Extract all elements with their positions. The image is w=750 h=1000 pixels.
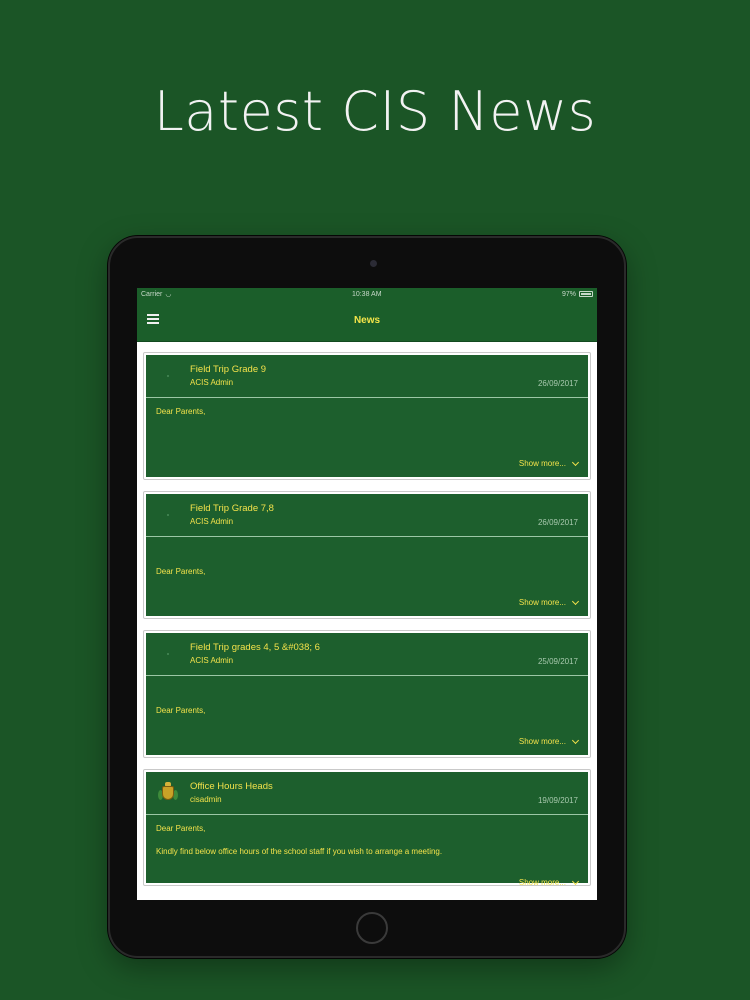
news-date: 19/09/2017 — [537, 796, 578, 805]
app-screen: Carrier ◡ 10:38 AM 97% News Field Trip G… — [137, 288, 597, 900]
carrier-label: Carrier — [141, 290, 163, 298]
home-button[interactable] — [356, 912, 388, 944]
news-greeting: Dear Parents, — [156, 407, 206, 416]
news-title: Office Hours Heads — [190, 781, 273, 792]
news-author: ACIS Admin — [190, 378, 234, 387]
chevron-down-icon — [571, 736, 580, 744]
news-title: Field Trip grades 4, 5 &#038; 6 — [190, 642, 320, 653]
hamburger-menu-icon[interactable] — [147, 314, 159, 324]
news-list: Field Trip Grade 9 ACIS Admin 26/09/2017… — [137, 342, 597, 887]
avatar — [156, 781, 180, 805]
news-greeting: Dear Parents, — [156, 567, 206, 576]
camera-dot — [370, 260, 377, 267]
news-title: Field Trip Grade 9 — [190, 364, 267, 375]
news-body: Kindly find below office hours of the sc… — [156, 847, 443, 856]
news-card[interactable]: Field Trip grades 4, 5 &#038; 6 ACIS Adm… — [143, 630, 591, 758]
battery-icon — [579, 291, 593, 297]
show-more-label: Show more... — [518, 459, 566, 468]
news-date: 25/09/2017 — [537, 657, 578, 666]
chevron-down-icon — [571, 597, 580, 605]
show-more-button[interactable]: Show more... — [518, 597, 580, 607]
news-card[interactable]: Field Trip Grade 7,8 ACIS Admin 26/09/20… — [143, 491, 591, 619]
page-title: News — [353, 315, 381, 326]
avatar — [156, 642, 180, 666]
battery-label: 97% — [561, 290, 576, 298]
wifi-icon: ◡ — [165, 291, 172, 298]
show-more-button[interactable]: Show more... — [518, 458, 580, 468]
headline: Latest CIS News — [153, 80, 597, 143]
ipad-frame: Carrier ◡ 10:38 AM 97% News Field Trip G… — [108, 236, 626, 958]
news-author: ACIS Admin — [190, 656, 234, 665]
news-title: Field Trip Grade 7,8 — [190, 503, 274, 514]
show-more-label: Show more... — [518, 598, 566, 607]
news-greeting: Dear Parents, — [156, 706, 206, 715]
news-date: 26/09/2017 — [537, 518, 578, 527]
show-more-label: Show more... — [518, 878, 566, 887]
news-author: ACIS Admin — [190, 517, 234, 526]
news-card[interactable]: Office Hours Heads cisadmin 19/09/2017 D… — [143, 769, 591, 887]
avatar — [156, 503, 180, 527]
school-crest-icon — [158, 782, 178, 804]
chevron-down-icon — [571, 458, 580, 466]
news-author: cisadmin — [190, 795, 222, 804]
news-date: 26/09/2017 — [537, 379, 578, 388]
show-more-button[interactable]: Show more... — [518, 736, 580, 746]
news-card[interactable]: Field Trip Grade 9 ACIS Admin 26/09/2017… — [143, 352, 591, 480]
show-more-button[interactable]: Show more... — [518, 877, 580, 887]
chevron-down-icon — [571, 877, 580, 885]
nav-bar: News — [137, 300, 597, 342]
status-bar: Carrier ◡ 10:38 AM 97% — [137, 288, 597, 300]
news-greeting: Dear Parents, — [156, 824, 206, 833]
show-more-label: Show more... — [518, 737, 566, 746]
avatar — [156, 364, 180, 388]
status-time: 10:38 AM — [351, 290, 382, 298]
